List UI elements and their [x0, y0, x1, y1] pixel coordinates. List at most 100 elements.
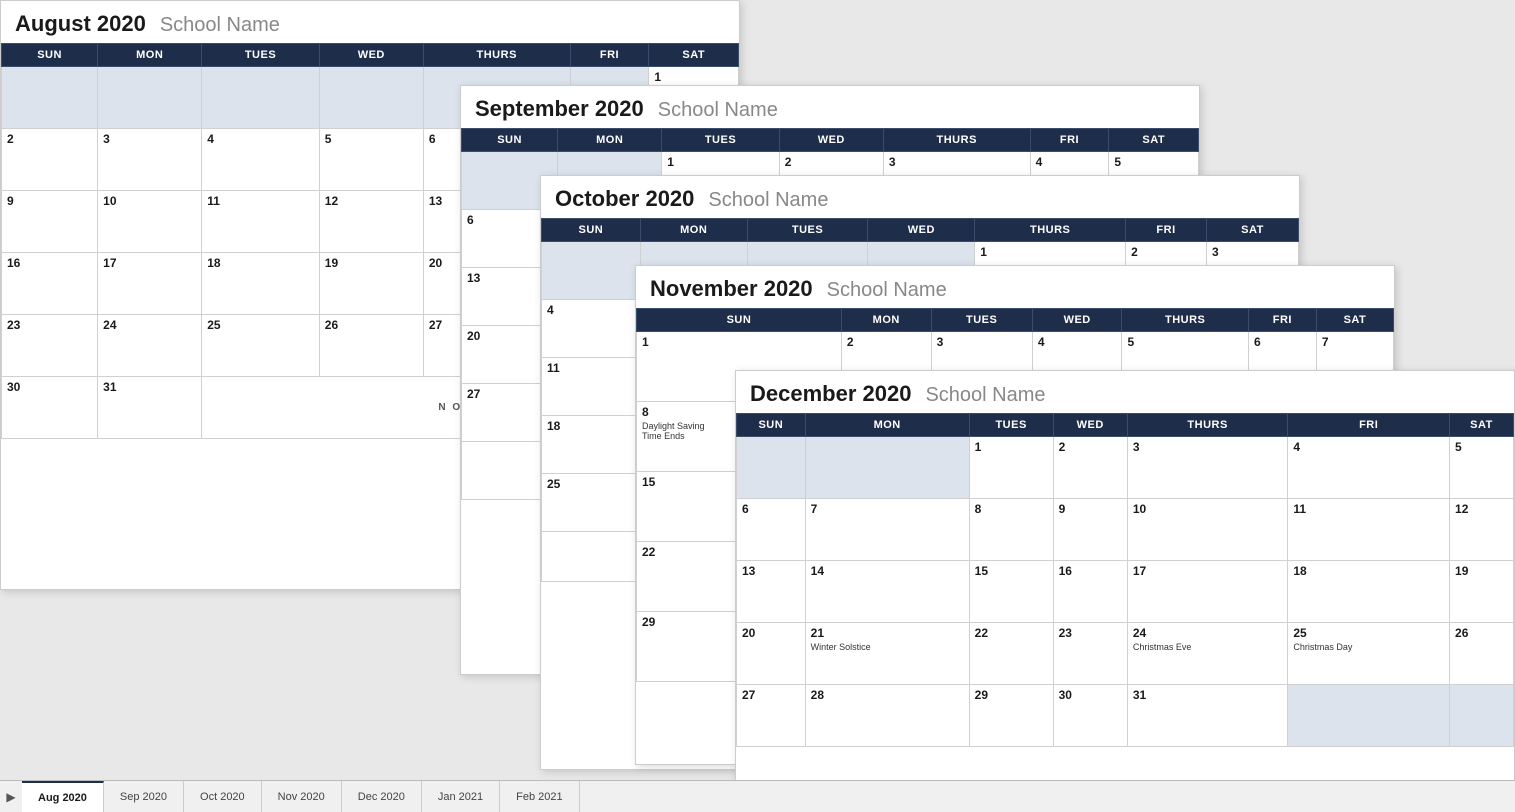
table-row: 23	[2, 315, 98, 377]
col-wed: WED	[779, 129, 883, 152]
december-school: School Name	[925, 384, 1045, 407]
col-thurs: THURS	[1122, 309, 1248, 332]
table-row: 17	[1127, 561, 1288, 623]
col-sat: SAT	[1206, 219, 1298, 242]
table-row: 24	[98, 315, 202, 377]
september-header: September 2020 School Name	[461, 86, 1199, 128]
table-row: 30	[1053, 685, 1127, 747]
col-tues: TUES	[747, 219, 868, 242]
table-row: 19	[319, 253, 423, 315]
table-row: 3	[1127, 437, 1288, 499]
col-mon: MON	[558, 129, 662, 152]
table-row: 11	[202, 191, 320, 253]
november-header: November 2020 School Name	[636, 266, 1394, 308]
col-fri: FRI	[1248, 309, 1316, 332]
table-row: 25	[202, 315, 320, 377]
september-title: September 2020	[475, 96, 644, 122]
table-row: 23	[1053, 623, 1127, 685]
col-sun: SUN	[462, 129, 558, 152]
col-wed: WED	[319, 44, 423, 67]
table-row	[737, 437, 806, 499]
table-row: 11	[542, 358, 641, 416]
november-school: School Name	[827, 279, 947, 302]
table-row: 2	[1053, 437, 1127, 499]
table-row: 31	[98, 377, 202, 439]
table-row: 18	[1288, 561, 1450, 623]
calendar-december: December 2020 School Name SUN MON TUES W…	[735, 370, 1515, 810]
table-row: 5	[1450, 437, 1514, 499]
tab-sep-2020[interactable]: Sep 2020	[104, 781, 184, 812]
col-wed: WED	[1053, 414, 1127, 437]
table-row: 13	[737, 561, 806, 623]
august-school: School Name	[160, 14, 280, 37]
table-row: 24Christmas Eve	[1127, 623, 1288, 685]
col-mon: MON	[805, 414, 969, 437]
table-row: 9	[1053, 499, 1127, 561]
tab-oct-2020[interactable]: Oct 2020	[184, 781, 262, 812]
september-school: School Name	[658, 99, 778, 122]
table-row: 29	[969, 685, 1053, 747]
tab-feb-2021[interactable]: Feb 2021	[500, 781, 579, 812]
col-tues: TUES	[969, 414, 1053, 437]
table-row: 4	[1288, 437, 1450, 499]
table-row: 21Winter Solstice	[805, 623, 969, 685]
col-fri: FRI	[1030, 129, 1109, 152]
table-row: 4	[202, 129, 320, 191]
table-row	[98, 67, 202, 129]
table-row: 14	[805, 561, 969, 623]
col-thurs: THURS	[1127, 414, 1288, 437]
col-mon: MON	[841, 309, 931, 332]
table-row	[1450, 685, 1514, 747]
col-sat: SAT	[1109, 129, 1199, 152]
table-row: 2	[2, 129, 98, 191]
table-row: 26	[319, 315, 423, 377]
table-row: 7	[805, 499, 969, 561]
table-row: 20	[737, 623, 806, 685]
table-row: 3	[98, 129, 202, 191]
tab-aug-2020[interactable]: Aug 2020	[22, 781, 104, 812]
table-row	[542, 242, 641, 300]
november-title: November 2020	[650, 276, 813, 302]
table-row: 10	[1127, 499, 1288, 561]
table-row	[542, 532, 641, 582]
col-tues: TUES	[202, 44, 320, 67]
table-row: 1	[969, 437, 1053, 499]
tab-bar: ▶ Aug 2020 Sep 2020 Oct 2020 Nov 2020 De…	[0, 780, 1515, 812]
table-row: 26	[1450, 623, 1514, 685]
october-school: School Name	[708, 189, 828, 212]
december-title: December 2020	[750, 381, 911, 407]
table-row: 31	[1127, 685, 1288, 747]
col-tues: TUES	[931, 309, 1032, 332]
table-row: 4	[542, 300, 641, 358]
table-row	[202, 67, 320, 129]
table-row: 17	[98, 253, 202, 315]
table-row: 22	[969, 623, 1053, 685]
col-sat: SAT	[1450, 414, 1514, 437]
october-header: October 2020 School Name	[541, 176, 1299, 218]
table-row: 18	[202, 253, 320, 315]
table-row	[1288, 685, 1450, 747]
tab-dec-2020[interactable]: Dec 2020	[342, 781, 422, 812]
october-title: October 2020	[555, 186, 694, 212]
col-tues: TUES	[662, 129, 780, 152]
table-row: 9	[2, 191, 98, 253]
col-thurs: THURS	[975, 219, 1126, 242]
tab-scroll-left[interactable]: ▶	[0, 781, 22, 812]
table-row: 30	[2, 377, 98, 439]
col-thurs: THURS	[883, 129, 1030, 152]
august-title: August 2020	[15, 11, 146, 37]
table-row: 5	[319, 129, 423, 191]
col-sun: SUN	[542, 219, 641, 242]
table-row	[2, 67, 98, 129]
col-sun: SUN	[637, 309, 842, 332]
col-wed: WED	[1032, 309, 1122, 332]
tab-nov-2020[interactable]: Nov 2020	[262, 781, 342, 812]
table-row: 18	[542, 416, 641, 474]
table-row: 19	[1450, 561, 1514, 623]
table-row: 25Christmas Day	[1288, 623, 1450, 685]
tab-jan-2021[interactable]: Jan 2021	[422, 781, 500, 812]
table-row: 12	[1450, 499, 1514, 561]
col-sat: SAT	[649, 44, 739, 67]
col-mon: MON	[98, 44, 202, 67]
col-wed: WED	[868, 219, 975, 242]
